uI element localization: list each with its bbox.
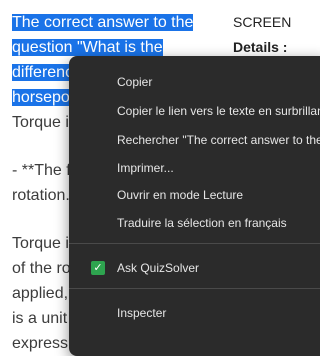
screen-details-panel: SCREEN Details :: [233, 10, 291, 60]
menu-item-ask-quizsolver[interactable]: Ask QuizSolver: [117, 259, 199, 277]
context-menu: Copier Copier le lien vers le texte en s…: [69, 56, 320, 356]
text-line-1[interactable]: The correct answer to the: [12, 10, 222, 35]
menu-separator: [69, 288, 320, 289]
quizsolver-checkbox-icon: ✓: [91, 261, 105, 275]
menu-item-print[interactable]: Imprimer...: [117, 159, 174, 177]
menu-item-copy[interactable]: Copier: [117, 73, 152, 91]
menu-item-translate[interactable]: Traduire la sélection en français: [117, 214, 287, 232]
screen-label: SCREEN: [233, 14, 292, 30]
menu-item-reader-mode[interactable]: Ouvrir en mode Lecture: [117, 186, 243, 204]
menu-separator: [69, 243, 320, 244]
menu-item-inspect[interactable]: Inspecter: [117, 304, 166, 322]
menu-item-search-selection[interactable]: Rechercher "The correct answer to the...…: [117, 131, 320, 149]
menu-item-copy-link-to-highlight[interactable]: Copier le lien vers le texte en surbrill…: [117, 102, 320, 120]
